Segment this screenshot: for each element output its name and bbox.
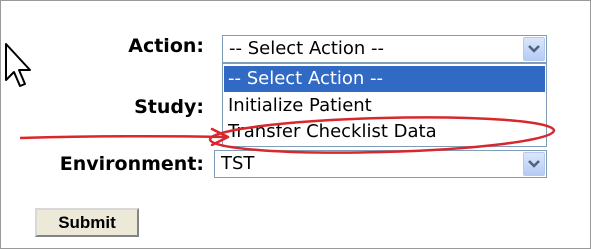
environment-selected-value: TST (221, 153, 255, 174)
study-label: Study: (134, 96, 204, 118)
chevron-down-icon (528, 160, 540, 168)
action-option-initialize-patient[interactable]: Initialize Patient (224, 93, 545, 119)
action-label: Action: (128, 35, 204, 57)
action-dropdown-button[interactable] (523, 37, 545, 61)
action-dropdown-list: -- Select Action -- Initialize Patient T… (222, 63, 547, 147)
action-select[interactable]: -- Select Action -- (222, 35, 547, 63)
environment-dropdown-button[interactable] (523, 152, 545, 176)
action-option-transfer-checklist-data[interactable]: Transfer Checklist Data (224, 119, 545, 145)
chevron-down-icon (528, 45, 540, 53)
submit-button[interactable]: Submit (35, 208, 139, 237)
action-selected-value: -- Select Action -- (229, 38, 385, 59)
environment-select[interactable]: TST (214, 150, 547, 178)
action-option-select[interactable]: -- Select Action -- (224, 66, 545, 92)
environment-label: Environment: (59, 153, 204, 175)
